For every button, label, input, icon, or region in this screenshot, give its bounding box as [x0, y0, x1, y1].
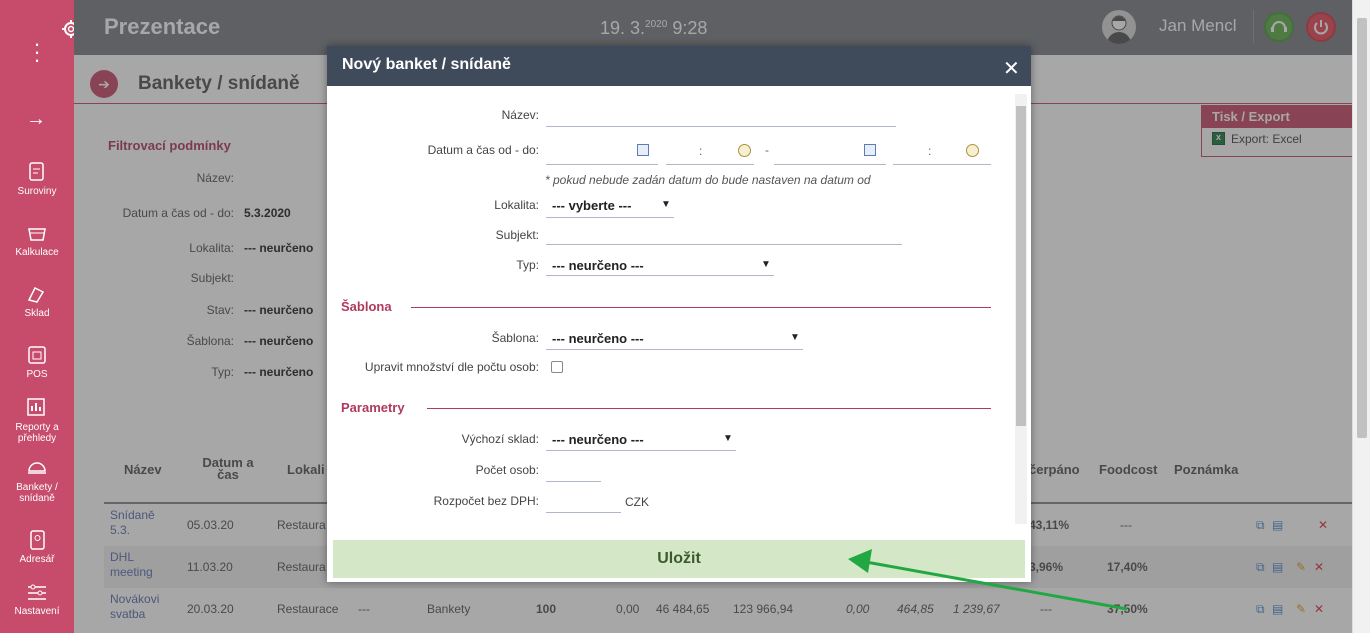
sidebar-item-label: POS: [26, 369, 48, 380]
sliders-icon: [28, 584, 46, 600]
section-sablona: Šablona: [341, 299, 392, 314]
sidebar-item-label: Nastavení: [14, 606, 60, 617]
calendar-icon[interactable]: [637, 144, 649, 156]
dialog-body: Název: Datum a čas od - do: : - : * poku…: [327, 86, 1031, 526]
date-note: * pokud nebude zadán datum do bude nasta…: [545, 173, 871, 187]
sklad-select[interactable]: --- neurčeno ---: [552, 432, 644, 447]
label-rozpocet: Rozpočet bez DPH:: [433, 494, 539, 508]
time-separator: :: [928, 144, 932, 158]
label-sablona: Šablona:: [491, 331, 539, 345]
section-divider: [427, 408, 991, 409]
select-underline: [546, 217, 674, 218]
time-separator: :: [699, 144, 703, 158]
date-to-input[interactable]: [774, 164, 886, 165]
select-underline: [546, 275, 774, 276]
sidebar-item-sklad[interactable]: Sklad: [0, 282, 74, 319]
label-typ: Typ:: [516, 258, 539, 272]
date-from-input[interactable]: [546, 164, 658, 165]
sidebar-item-label: Kalkulace: [15, 247, 59, 258]
warehouse-icon: [27, 286, 45, 303]
label-datum: Datum a čas od - do:: [427, 143, 539, 157]
sidebar-item-pos[interactable]: POS: [0, 343, 74, 380]
nazev-input[interactable]: [546, 126, 896, 127]
label-lokalita: Lokalita:: [494, 198, 539, 212]
osob-input[interactable]: [546, 481, 601, 482]
section-divider: [411, 307, 991, 308]
chevron-down-icon[interactable]: ▼: [761, 259, 771, 270]
lokalita-select[interactable]: --- vyberte ---: [552, 198, 631, 213]
calendar-icon[interactable]: [864, 144, 876, 156]
chevron-down-icon[interactable]: ▼: [723, 433, 733, 444]
new-banquet-dialog: Nový banket / snídaně ✕ Název: Datum a č…: [327, 46, 1031, 582]
dialog-scrollbar[interactable]: [1015, 94, 1027, 524]
label-nazev: Název:: [501, 108, 539, 122]
save-button[interactable]: Uložit: [333, 540, 1025, 578]
expand-arrow-icon[interactable]: →: [26, 108, 46, 131]
cloche-icon: [28, 462, 46, 474]
address-book-icon: [30, 530, 45, 550]
more-menu-icon[interactable]: · · ·: [30, 33, 44, 71]
label-sklad: Výchozí sklad:: [461, 432, 539, 446]
sidebar-item-suroviny[interactable]: Suroviny: [0, 160, 74, 197]
page-scrollbar[interactable]: [1352, 0, 1370, 633]
time-from-input[interactable]: [666, 164, 754, 165]
dialog-title: Nový banket / snídaně: [342, 56, 511, 73]
currency-label: CZK: [625, 495, 649, 509]
sidebar-item-label: Sklad: [24, 308, 50, 319]
document-icon: [29, 162, 44, 181]
close-icon[interactable]: ✕: [1003, 56, 1020, 81]
sidebar-item-bankety[interactable]: Bankety / snídaně: [0, 456, 74, 504]
subjekt-input[interactable]: [546, 244, 902, 245]
range-dash: -: [765, 143, 769, 157]
label-upravit: Upravit množství dle počtu osob:: [364, 360, 539, 374]
register-icon: [28, 346, 46, 364]
sidebar-item-nastaveni[interactable]: Nastavení: [0, 580, 74, 617]
chevron-down-icon[interactable]: ▼: [661, 199, 671, 210]
time-to-input[interactable]: [893, 164, 991, 165]
chart-icon: [27, 398, 45, 416]
chevron-down-icon[interactable]: ▼: [790, 332, 800, 343]
section-parametry: Parametry: [341, 400, 405, 415]
clock-icon[interactable]: [966, 144, 979, 157]
sablona-select[interactable]: --- neurčeno ---: [552, 331, 644, 346]
sidebar-item-label: Bankety / snídaně: [16, 482, 58, 504]
sidebar-item-label: Adresář: [19, 554, 55, 565]
sidebar-item-adresar[interactable]: Adresář: [0, 528, 74, 565]
sidebar-item-label: Reporty a přehledy: [15, 422, 59, 444]
sidebar-item-kalkulace[interactable]: Kalkulace: [0, 221, 74, 258]
sidebar-item-label: Suroviny: [17, 186, 57, 197]
label-subjekt: Subjekt:: [495, 228, 539, 242]
select-underline: [546, 450, 736, 451]
scrollbar-thumb[interactable]: [1357, 18, 1367, 438]
select-underline: [546, 349, 803, 350]
clock-icon[interactable]: [738, 144, 751, 157]
basket-icon: [28, 228, 46, 241]
sidebar-item-reporty[interactable]: Reporty a přehledy: [0, 396, 74, 444]
scrollbar-thumb[interactable]: [1016, 106, 1026, 426]
label-osob: Počet osob:: [475, 463, 539, 477]
upravit-checkbox[interactable]: [551, 361, 563, 373]
sidebar: · · · → Suroviny Kalkulace Sklad POS Repor…: [0, 0, 80, 633]
rozpocet-input[interactable]: [546, 512, 621, 513]
typ-select[interactable]: --- neurčeno ---: [552, 258, 644, 273]
dialog-header: Nový banket / snídaně ✕: [327, 46, 1031, 86]
